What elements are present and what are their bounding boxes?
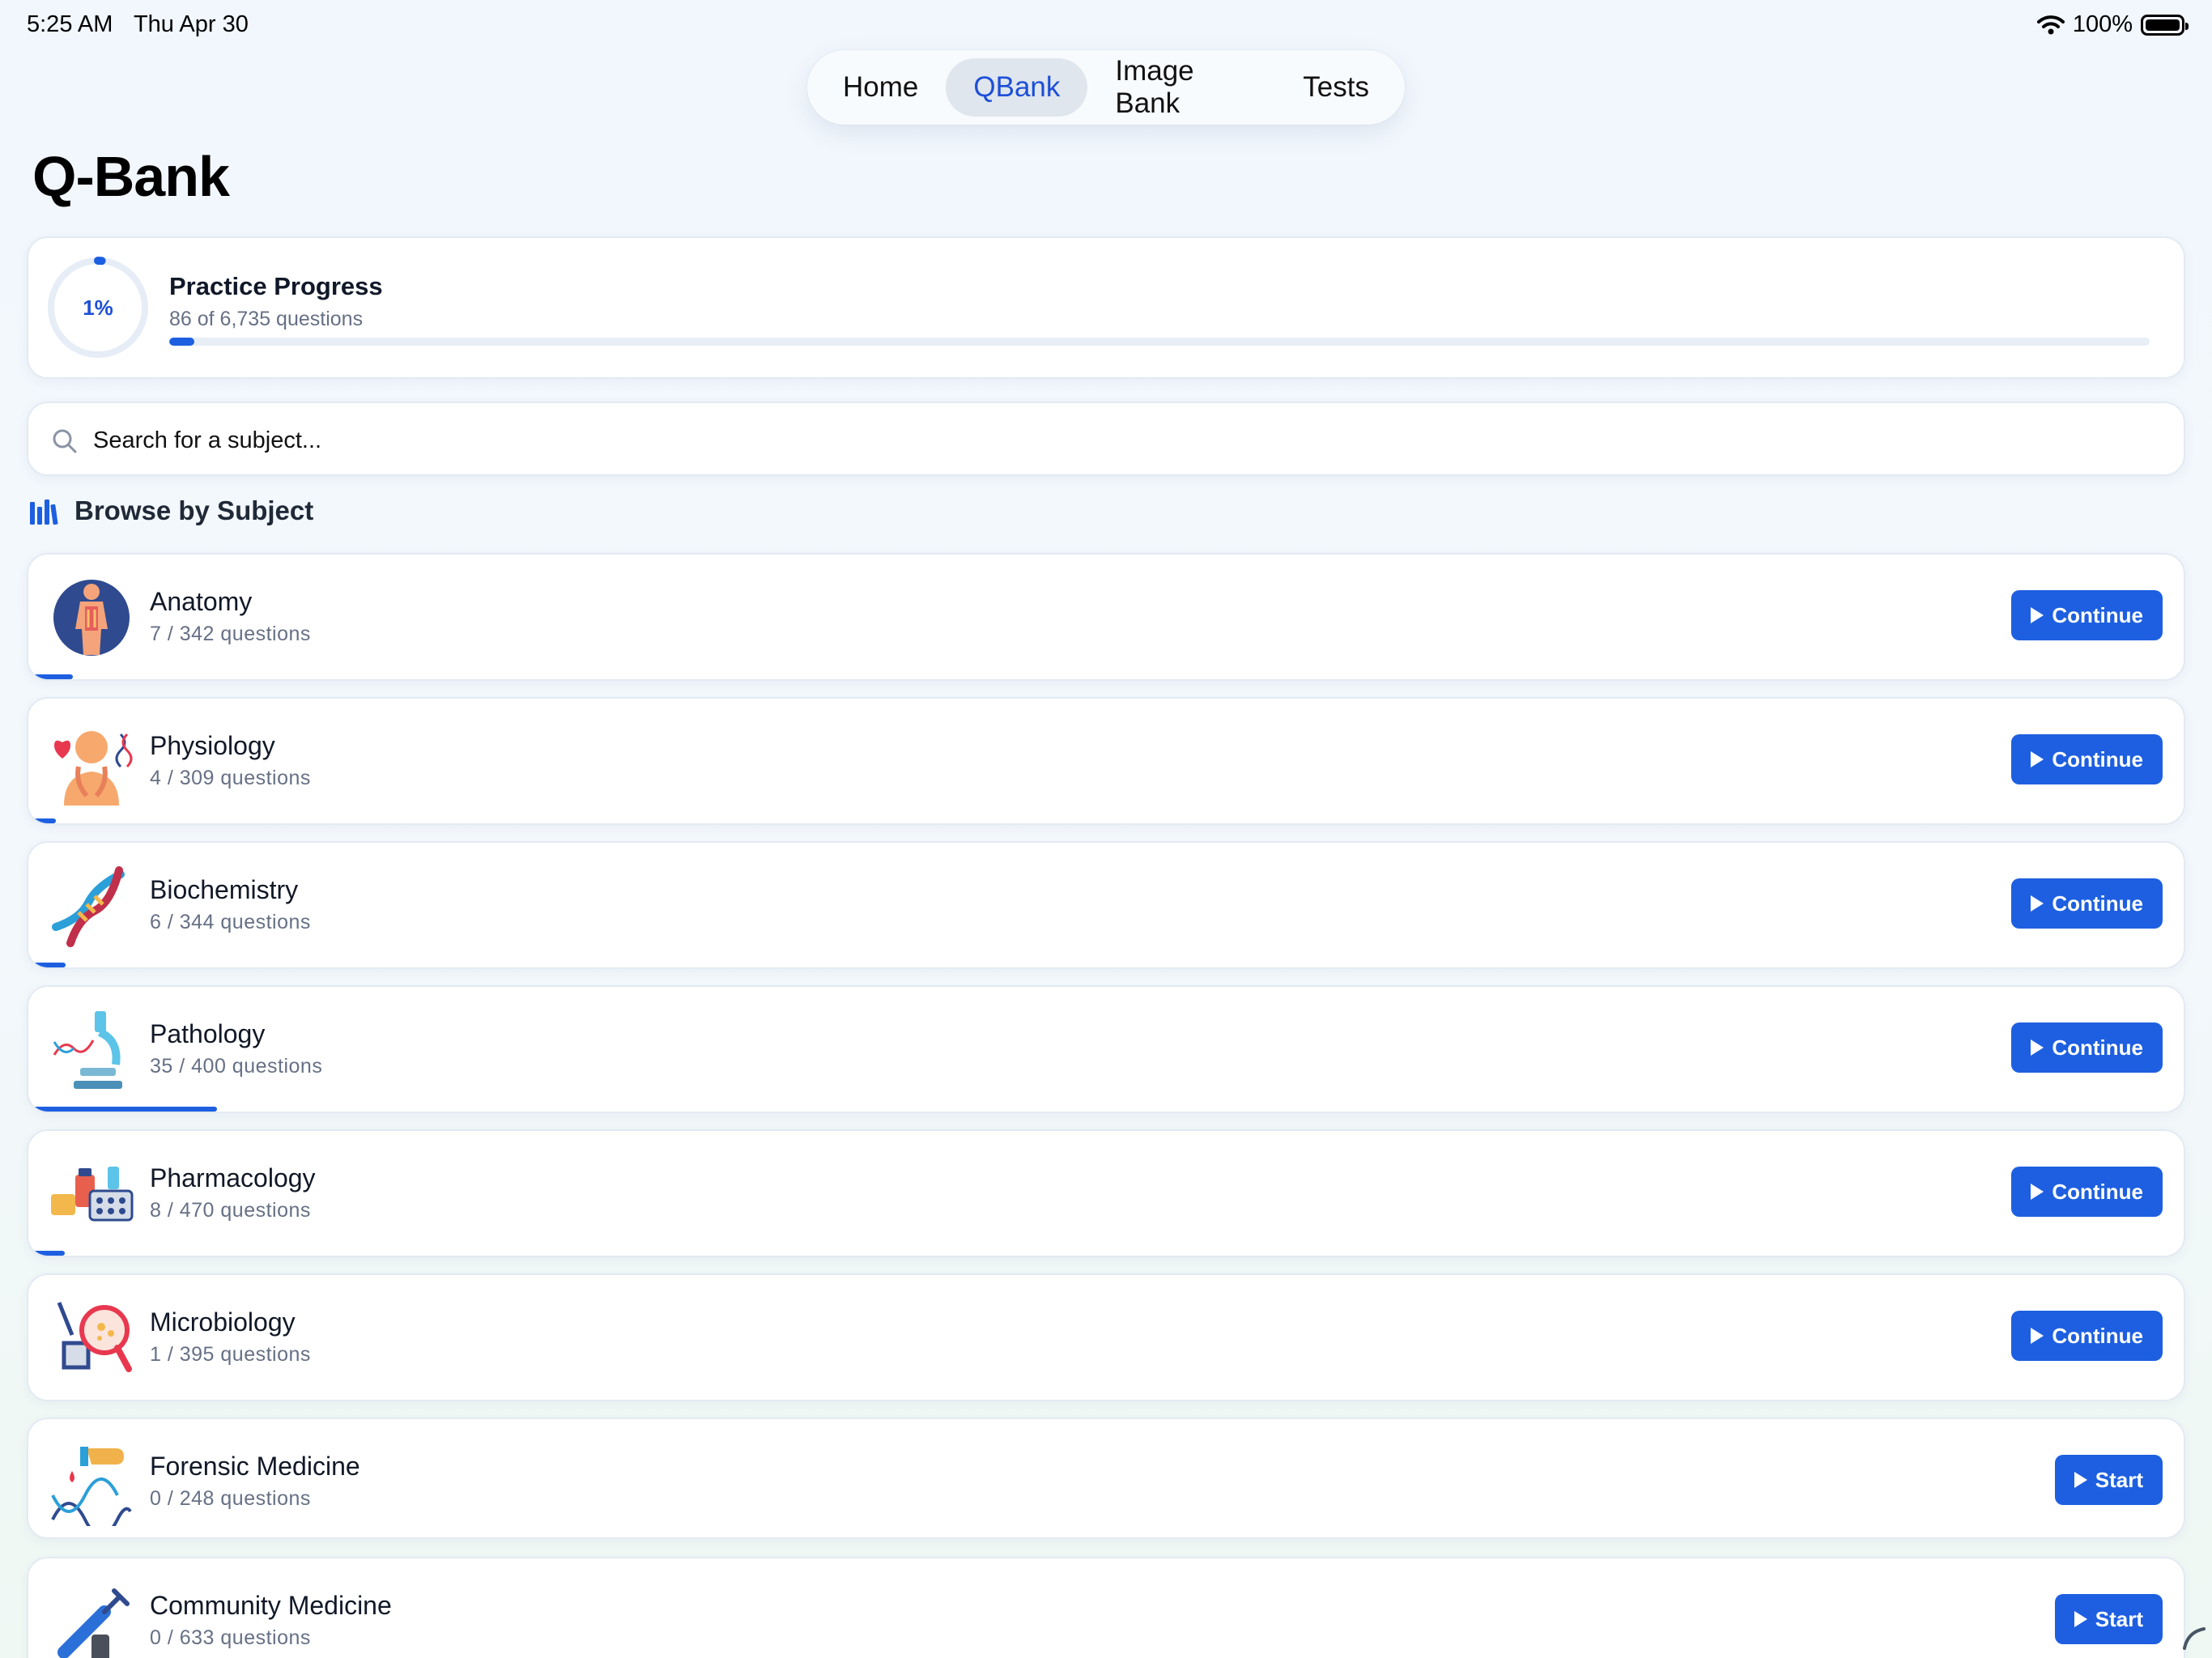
action-label: Start	[2095, 1467, 2143, 1492]
action-label: Continue	[2052, 746, 2143, 772]
subject-count: 0 / 248 questions	[150, 1487, 311, 1510]
subject-row-pathology[interactable]: Pathology 35 / 400 questions Continue	[27, 985, 2185, 1113]
progress-title: Practice Progress	[169, 272, 383, 300]
subject-name: Anatomy	[150, 587, 253, 616]
battery-icon	[2141, 14, 2189, 36]
subject-name: Pathology	[150, 1019, 266, 1048]
play-icon	[2031, 1039, 2044, 1056]
progress-subtitle: 86 of 6,735 questions	[169, 308, 364, 330]
status-left: 5:25 AM Thu Apr 30	[27, 11, 263, 38]
subject-progress-bar	[28, 1395, 34, 1400]
progress-percent: 1%	[83, 295, 113, 320]
battery-percent: 100%	[2072, 11, 2133, 37]
continue-button[interactable]: Continue	[2011, 734, 2163, 784]
play-icon	[2031, 1328, 2044, 1344]
subject-count: 8 / 470 questions	[150, 1199, 311, 1222]
start-button[interactable]: Start	[2054, 1455, 2163, 1505]
subject-name: Pharmacology	[150, 1163, 316, 1192]
fingerprint-dna-icon	[51, 1447, 132, 1526]
wifi-icon	[2036, 15, 2065, 34]
search-icon	[53, 429, 77, 453]
action-label: Continue	[2052, 602, 2143, 627]
action-label: Continue	[2052, 1035, 2143, 1060]
action-label: Continue	[2052, 891, 2143, 916]
subject-progress-bar	[28, 818, 57, 823]
continue-button[interactable]: Continue	[2011, 1022, 2163, 1073]
status-bar: 5:25 AM Thu Apr 30 100%	[0, 0, 2212, 52]
search-input[interactable]	[93, 418, 2150, 463]
subject-name: Microbiology	[150, 1307, 296, 1337]
tab-image-bank[interactable]: Image Bank	[1087, 55, 1275, 119]
action-label: Continue	[2052, 1323, 2143, 1348]
subject-name: Forensic Medicine	[150, 1452, 360, 1481]
status-right: 100%	[2036, 11, 2189, 38]
tab-qbank[interactable]: QBank	[946, 58, 1088, 117]
tab-home[interactable]: Home	[815, 58, 946, 117]
status-date: Thu Apr 30	[133, 11, 249, 37]
qbank-screen: 5:25 AM Thu Apr 30 100% Home QBank Image…	[0, 0, 2212, 1658]
syringe-icon	[57, 1588, 130, 1658]
continue-button[interactable]: Continue	[2011, 1167, 2163, 1217]
subject-name: Community Medicine	[150, 1591, 392, 1620]
browse-header: Browse by Subject	[29, 495, 313, 526]
subject-count: 4 / 309 questions	[150, 767, 311, 789]
subject-row-microbiology[interactable]: Microbiology 1 / 395 questions Continue	[27, 1273, 2185, 1401]
practice-progress-card: 1% Practice Progress 86 of 6,735 questio…	[27, 236, 2185, 379]
pills-icon	[51, 1167, 134, 1222]
top-nav: Home QBank Image Bank Tests	[807, 50, 1405, 125]
subject-row-physiology[interactable]: Physiology 4 / 309 questions Continue	[27, 697, 2185, 825]
continue-button[interactable]: Continue	[2011, 878, 2163, 929]
page-title: Q-Bank	[32, 145, 230, 208]
subject-name: Biochemistry	[150, 875, 299, 904]
subject-count: 0 / 633 questions	[150, 1626, 311, 1649]
subject-progress-bar	[28, 674, 73, 679]
browse-title: Browse by Subject	[74, 495, 314, 525]
subject-name: Physiology	[150, 731, 275, 760]
refresh-spinner-icon	[2183, 1627, 2206, 1650]
subject-count: 1 / 395 questions	[150, 1343, 311, 1366]
tab-tests[interactable]: Tests	[1275, 58, 1397, 117]
anatomy-icon	[53, 580, 130, 656]
action-label: Continue	[2052, 1179, 2143, 1204]
action-label: Start	[2095, 1606, 2143, 1631]
progress-fill	[169, 338, 195, 346]
play-icon	[2031, 895, 2044, 912]
play-icon	[2074, 1472, 2087, 1488]
status-time: 5:25 AM	[27, 11, 113, 37]
play-icon	[2031, 751, 2044, 767]
subject-count: 35 / 400 questions	[150, 1055, 323, 1078]
bacteria-icon	[57, 1302, 132, 1372]
subject-count: 7 / 342 questions	[150, 623, 311, 645]
search-bar[interactable]	[27, 402, 2185, 476]
play-icon	[2031, 1184, 2044, 1200]
physiology-icon	[54, 731, 133, 806]
subject-progress-bar	[28, 1251, 66, 1256]
subject-count: 6 / 344 questions	[150, 911, 311, 933]
play-icon	[2031, 607, 2044, 623]
continue-button[interactable]: Continue	[2011, 1311, 2163, 1361]
subject-row-forensic-medicine[interactable]: Forensic Medicine 0 / 248 questions Star…	[27, 1418, 2185, 1539]
subject-progress-bar	[28, 1107, 217, 1112]
start-button[interactable]: Start	[2054, 1594, 2163, 1644]
play-icon	[2074, 1611, 2087, 1627]
library-icon	[30, 500, 58, 525]
subject-row-anatomy[interactable]: Anatomy 7 / 342 questions Continue	[27, 553, 2185, 681]
subject-progress-bar	[28, 963, 66, 967]
subject-row-biochemistry[interactable]: Biochemistry 6 / 344 questions Continue	[27, 841, 2185, 969]
subject-row-pharmacology[interactable]: Pharmacology 8 / 470 questions Continue	[27, 1129, 2185, 1257]
microscope-icon	[53, 1011, 122, 1089]
dna-icon	[52, 866, 125, 947]
progress-track	[169, 338, 2150, 346]
subject-row-community-medicine[interactable]: Community Medicine 0 / 633 questions Sta…	[27, 1557, 2185, 1658]
continue-button[interactable]: Continue	[2011, 590, 2163, 640]
